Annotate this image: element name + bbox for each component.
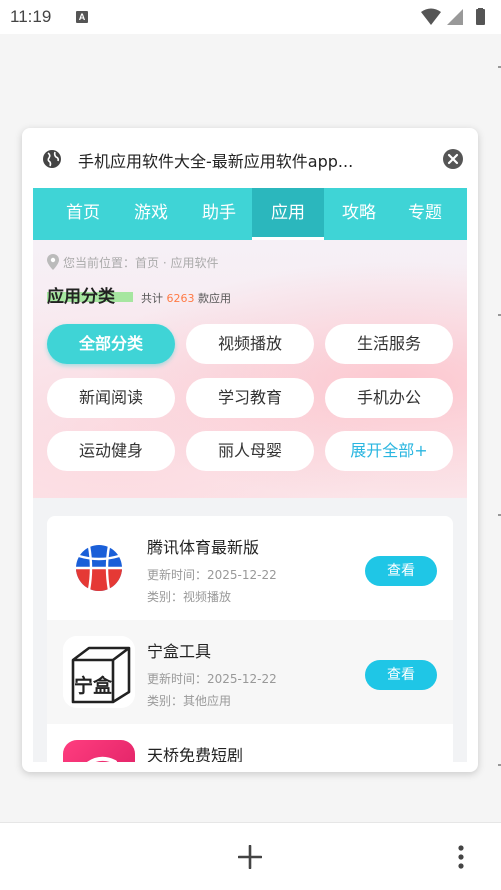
- count-number: 6263: [166, 292, 195, 305]
- more-vertical-icon[interactable]: [454, 843, 468, 871]
- tencent-sports-logo: [63, 532, 135, 604]
- globe-icon: [43, 150, 61, 168]
- nav-item-home[interactable]: 首页: [47, 188, 119, 240]
- app-update-time: 更新时间：2025-12-22: [147, 568, 277, 582]
- svg-text:宁盒: 宁盒: [74, 674, 113, 697]
- bottom-toolbar: [0, 822, 501, 890]
- chip-fitness[interactable]: 运动健身: [47, 431, 175, 471]
- nav-item-assistant[interactable]: 助手: [183, 188, 255, 240]
- battery-icon: [476, 9, 485, 25]
- view-button[interactable]: 查看: [365, 556, 437, 586]
- category-title: 应用分类: [47, 287, 115, 307]
- chip-life-services[interactable]: 生活服务: [325, 324, 453, 364]
- app-name[interactable]: 天桥免费短剧: [147, 742, 243, 762]
- category-count: 共计 6263 款应用: [141, 290, 231, 306]
- tianqiao-logo: [63, 740, 135, 762]
- list-item[interactable]: 宁盒 宁盒工具 更新时间：2025-12-22 类别：其他应用 查看: [47, 620, 453, 724]
- nav-item-apps[interactable]: 应用: [252, 188, 324, 240]
- signal-icon: [447, 9, 463, 25]
- nav-item-games[interactable]: 游戏: [115, 188, 187, 240]
- chip-education[interactable]: 学习教育: [186, 378, 314, 418]
- breadcrumb: 您当前位置：首页 · 应用软件: [63, 256, 219, 270]
- chip-news-reading[interactable]: 新闻阅读: [47, 378, 175, 418]
- app-category: 类别：其他应用: [147, 694, 232, 708]
- wifi-icon: [421, 8, 441, 25]
- plus-icon[interactable]: [238, 845, 262, 869]
- status-icons: [421, 8, 485, 25]
- status-time: 11:19: [10, 7, 52, 26]
- nav-item-topics[interactable]: 专题: [389, 188, 461, 240]
- page-preview-dialog: 手机应用软件大全-最新应用软件app... 首页 游戏 助手 应用 攻略 专题 …: [22, 128, 478, 772]
- category-section: 您当前位置：首页 · 应用软件 应用分类 共计 6263 款应用 全部分类 视频…: [33, 240, 467, 498]
- dialog-title: 手机应用软件大全-最新应用软件app...: [78, 152, 354, 171]
- location-pin-icon: [47, 254, 59, 270]
- chip-video-playback[interactable]: 视频播放: [186, 324, 314, 364]
- nav-item-guides[interactable]: 攻略: [323, 188, 395, 240]
- count-suffix: 款应用: [198, 292, 231, 305]
- app-update-time: 更新时间：2025-12-22: [147, 672, 277, 686]
- count-prefix: 共计: [141, 292, 163, 305]
- ninghe-logo: 宁盒: [63, 636, 135, 708]
- app-name[interactable]: 腾讯体育最新版: [147, 534, 259, 558]
- chip-expand-all[interactable]: 展开全部+: [325, 431, 453, 471]
- status-bar: 11:19 A: [0, 0, 501, 34]
- app-category: 类别：视频播放: [147, 590, 232, 604]
- list-item[interactable]: 腾讯体育最新版 更新时间：2025-12-22 类别：视频播放 查看: [47, 516, 453, 620]
- app-name[interactable]: 宁盒工具: [147, 638, 211, 662]
- chip-beauty-baby[interactable]: 丽人母婴: [186, 431, 314, 471]
- close-icon[interactable]: [443, 149, 463, 169]
- webview: 首页 游戏 助手 应用 攻略 专题 您当前位置：首页 · 应用软件 应用分类 共…: [33, 188, 467, 762]
- notification-icon: A: [76, 11, 88, 23]
- chip-all-categories[interactable]: 全部分类: [47, 324, 175, 364]
- chip-office[interactable]: 手机办公: [325, 378, 453, 418]
- list-item[interactable]: 天桥免费短剧: [47, 724, 453, 762]
- view-button[interactable]: 查看: [365, 660, 437, 690]
- app-list: 腾讯体育最新版 更新时间：2025-12-22 类别：视频播放 查看 宁盒 宁盒…: [47, 516, 453, 762]
- dialog-header: 手机应用软件大全-最新应用软件app...: [22, 128, 478, 188]
- site-nav: 首页 游戏 助手 应用 攻略 专题: [33, 188, 467, 240]
